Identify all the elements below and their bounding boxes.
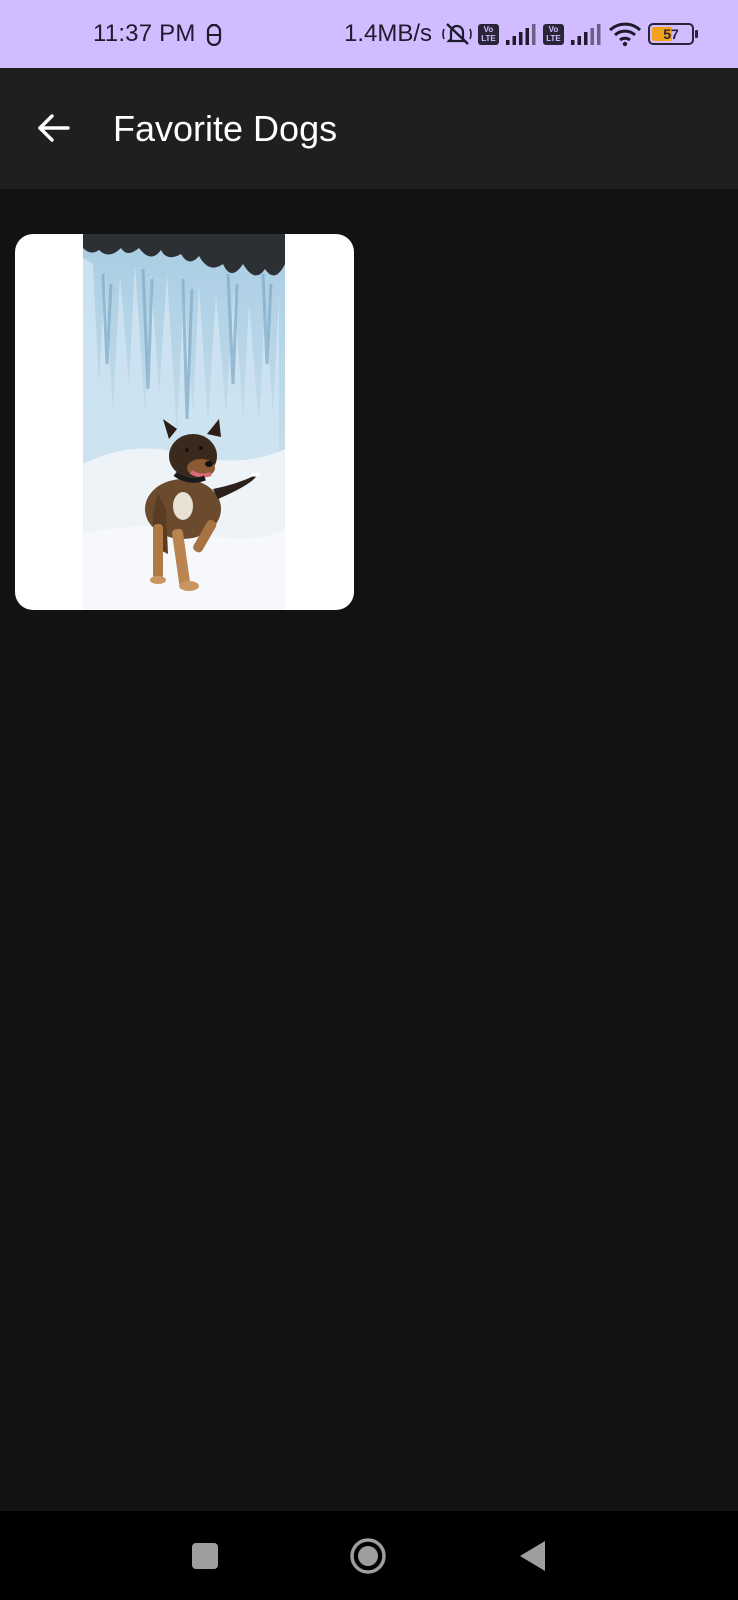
recents-button[interactable] [178, 1529, 232, 1583]
volte-icon: Vo LTE [543, 23, 564, 45]
battery-level: 57 [663, 26, 679, 42]
favorites-grid [0, 189, 738, 1511]
status-left: 11:37 PM [93, 0, 224, 68]
recents-icon [190, 1541, 220, 1571]
volte-label-top: Vo [483, 25, 494, 34]
mute-icon [442, 21, 472, 47]
status-right: 1.4MB/s Vo LTE Vo LTE 57 [343, 0, 698, 68]
status-time: 11:37 PM [93, 20, 196, 47]
volte-label-bottom: LTE [481, 34, 496, 43]
back-icon [517, 1539, 547, 1573]
signal-icon [570, 23, 602, 45]
nav-back-button[interactable] [505, 1529, 559, 1583]
favorite-dog-card[interactable] [15, 234, 354, 610]
network-speed: 1.4MB/s [343, 20, 432, 47]
dog-photo [83, 234, 285, 610]
home-button[interactable] [341, 1529, 395, 1583]
arrow-back-icon [36, 113, 70, 143]
volte-label-bottom: LTE [546, 34, 561, 43]
navigation-bar [0, 1511, 738, 1600]
app-bar: Favorite Dogs [0, 68, 738, 189]
volte-label-top: Vo [548, 25, 559, 34]
back-button[interactable] [28, 100, 78, 156]
volte-icon: Vo LTE [478, 23, 499, 45]
page-title: Favorite Dogs [113, 107, 338, 149]
notification-icon [204, 22, 224, 46]
home-icon [348, 1536, 388, 1576]
wifi-icon [608, 21, 642, 47]
battery-icon: 57 [648, 23, 698, 45]
status-bar: 11:37 PM 1.4MB/s Vo LTE Vo LTE 57 [0, 0, 738, 68]
signal-icon [505, 23, 537, 45]
